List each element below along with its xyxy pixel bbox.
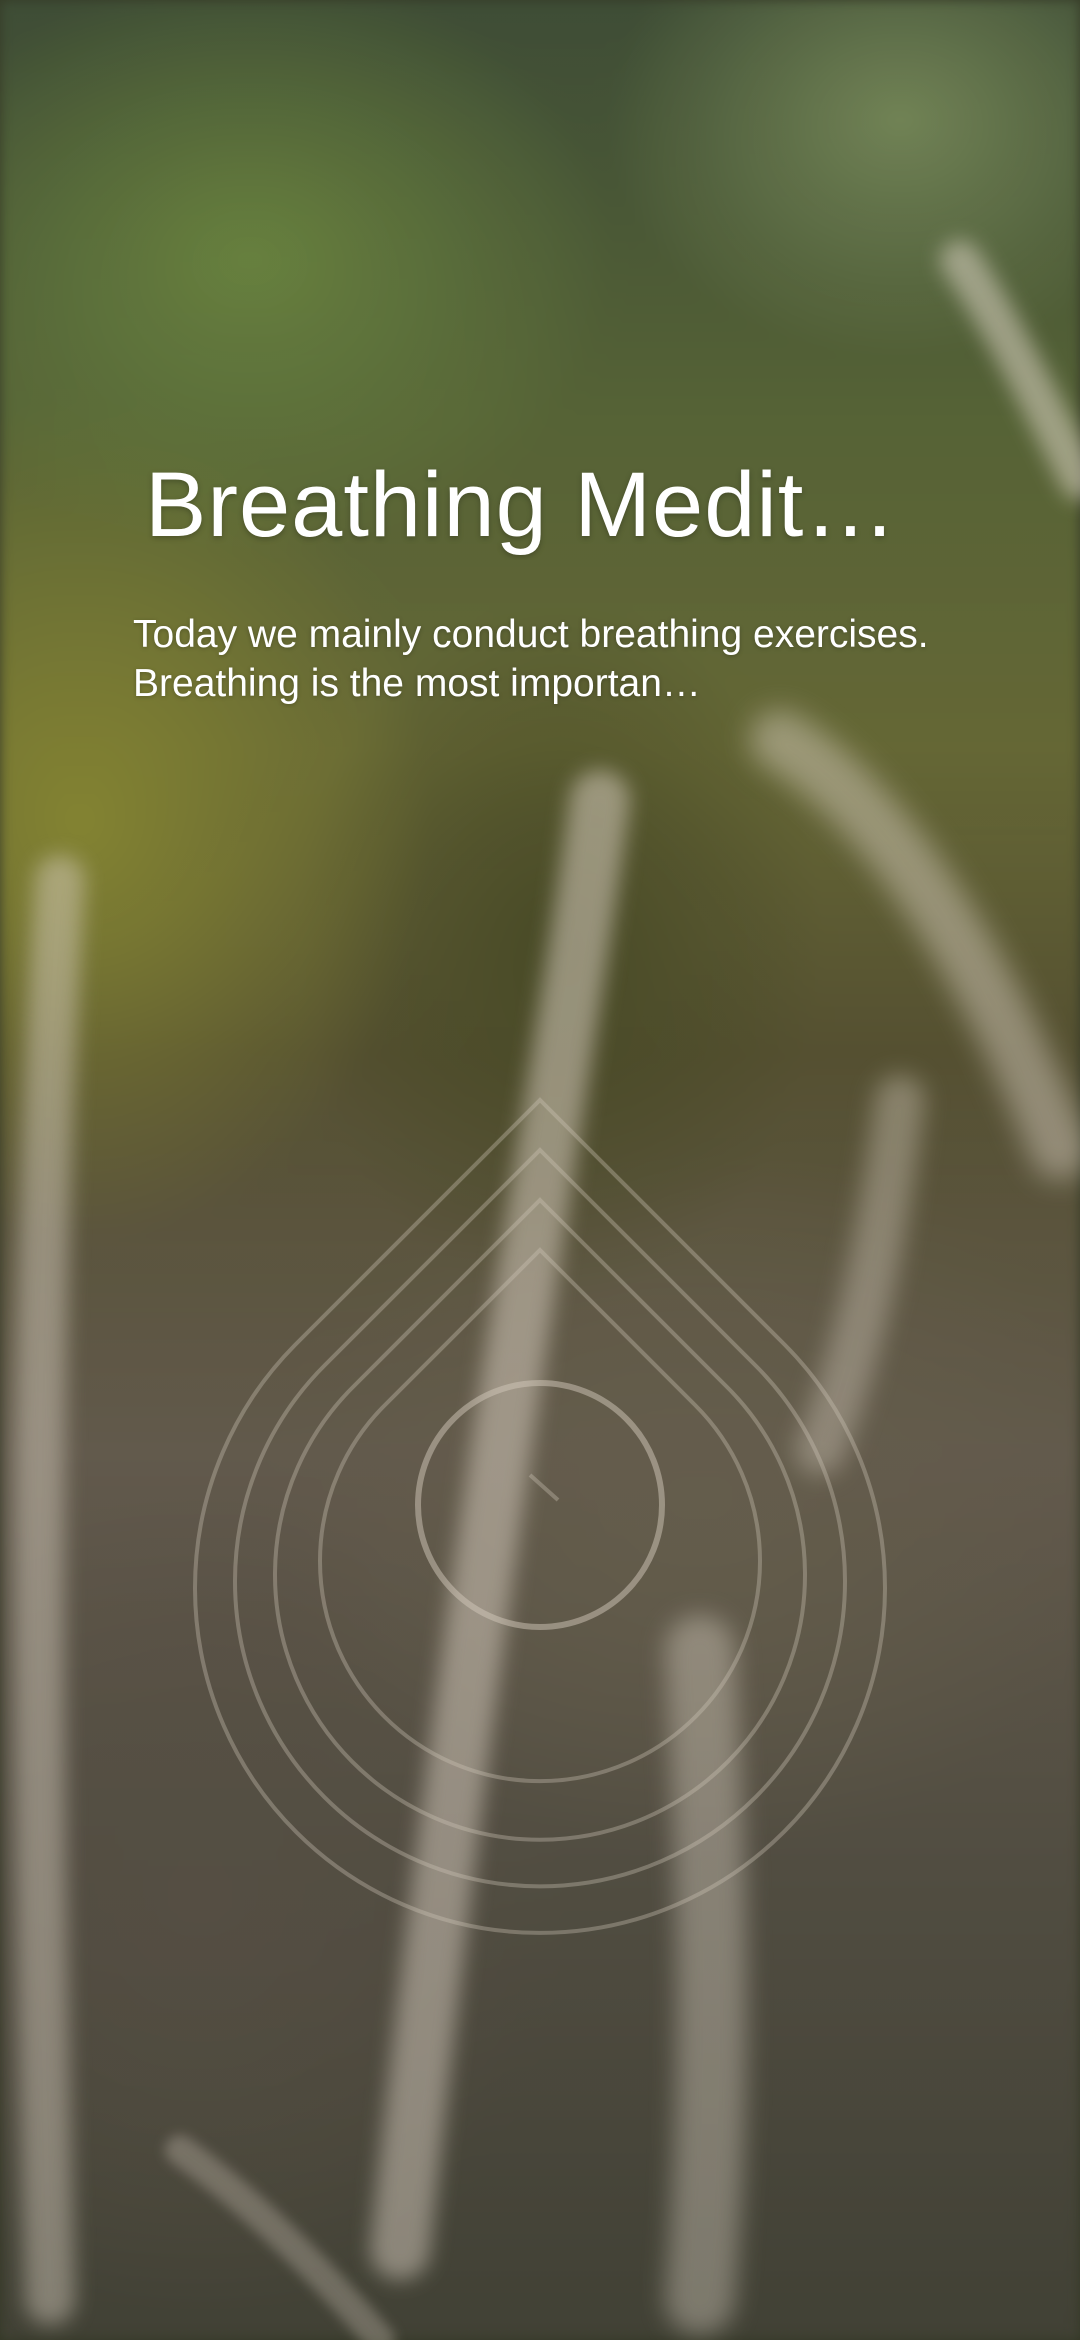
drop-ring-2 — [233, 1147, 847, 1889]
meditation-description: Today we mainly conduct breathing exerci… — [133, 613, 929, 705]
breathing-meditation-screen: Breathing Medita… Today we mainly conduc… — [0, 0, 1080, 2340]
breathing-drop-rings-icon — [193, 1097, 887, 1935]
meditation-title: Breathing Medita… — [145, 454, 945, 556]
drop-ring-4 — [318, 1247, 762, 1784]
inner-breath-circle — [415, 1380, 665, 1630]
inner-tick-mark — [528, 1473, 560, 1502]
drop-ring-3 — [273, 1197, 807, 1842]
drop-ring-1 — [193, 1097, 887, 1935]
